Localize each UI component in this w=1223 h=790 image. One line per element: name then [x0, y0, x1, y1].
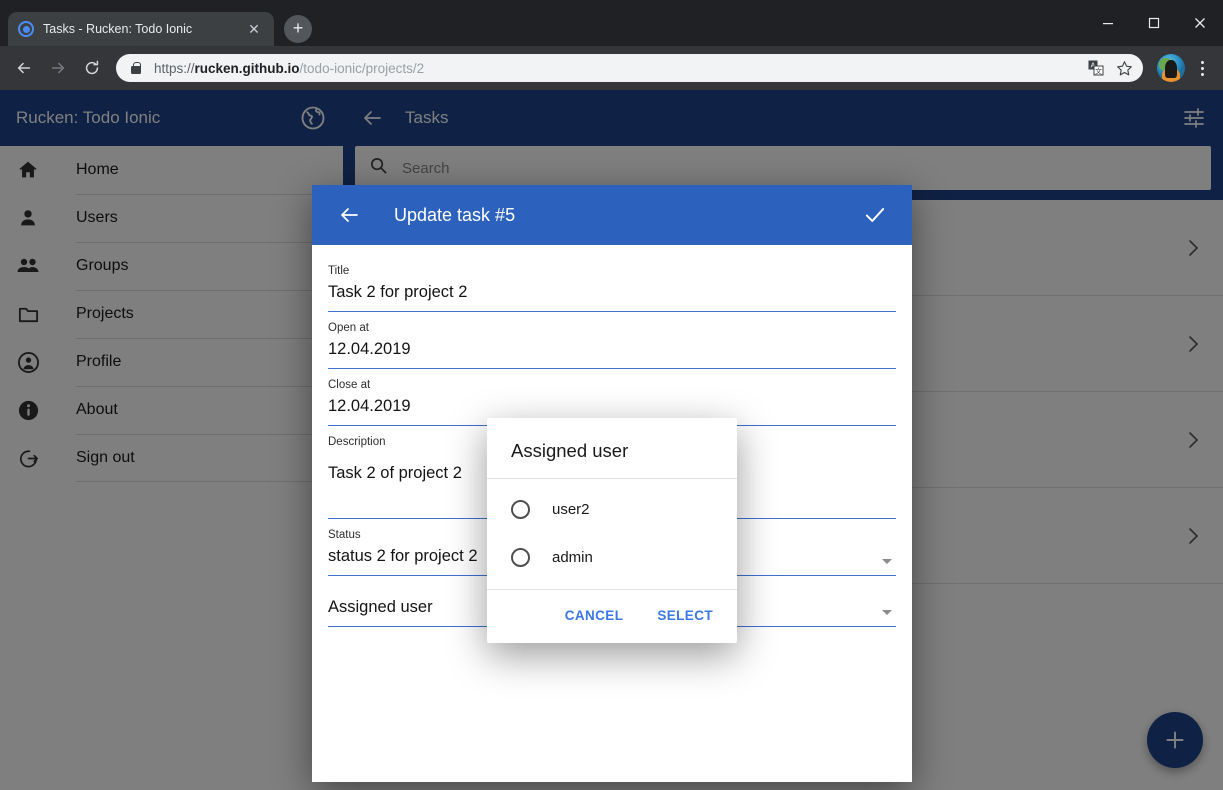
- back-arrow-icon[interactable]: [8, 52, 40, 84]
- star-icon[interactable]: [1111, 55, 1137, 81]
- dialog-option-list: user2 admin: [487, 479, 737, 589]
- modal-toolbar: Update task #5: [312, 185, 912, 245]
- reload-icon[interactable]: [76, 52, 108, 84]
- back-arrow-icon[interactable]: [336, 202, 362, 228]
- address-bar[interactable]: https://rucken.github.io/todo-ionic/proj…: [116, 54, 1143, 82]
- dialog-option-user2[interactable]: user2: [487, 485, 737, 533]
- tab-close-icon[interactable]: ✕: [244, 19, 264, 39]
- forward-arrow-icon: [42, 52, 74, 84]
- kebab-menu-icon[interactable]: [1189, 53, 1215, 83]
- url-host: rucken.github.io: [194, 60, 300, 76]
- dialog-option-admin[interactable]: admin: [487, 533, 737, 581]
- assigned-user-dialog: Assigned user user2 admin CANCEL SELECT: [487, 418, 737, 643]
- field-label: Title: [328, 265, 350, 277]
- radio-button-icon[interactable]: [511, 499, 530, 519]
- avatar-figure: [1165, 60, 1177, 78]
- browser-tab[interactable]: Tasks - Rucken: Todo Ionic ✕: [8, 12, 274, 46]
- field-value[interactable]: 12.04.2019: [328, 336, 896, 362]
- svg-text:文: 文: [1095, 67, 1102, 76]
- field-label: Open at: [328, 322, 369, 334]
- field-value[interactable]: 12.04.2019: [328, 393, 896, 419]
- browser-toolbar: https://rucken.github.io/todo-ionic/proj…: [0, 46, 1223, 90]
- page-viewport: Tasks: [0, 90, 1223, 790]
- field-underline: [328, 368, 896, 369]
- select-button[interactable]: SELECT: [645, 600, 725, 631]
- window-controls: [1085, 0, 1223, 46]
- field-open-at[interactable]: Open at 12.04.2019: [328, 314, 896, 369]
- cancel-button[interactable]: CANCEL: [553, 600, 636, 631]
- field-underline: [328, 311, 896, 312]
- chevron-down-icon[interactable]: [882, 610, 892, 615]
- ionic-logo-icon: [18, 21, 34, 37]
- new-tab-button[interactable]: +: [284, 15, 312, 43]
- dialog-option-label: admin: [552, 548, 593, 566]
- minimize-icon[interactable]: [1085, 3, 1131, 43]
- profile-avatar[interactable]: [1157, 54, 1185, 82]
- omnibox-actions: A 文: [1083, 55, 1137, 81]
- translate-icon[interactable]: A 文: [1083, 55, 1109, 81]
- maximize-icon[interactable]: [1131, 3, 1177, 43]
- radio-button-icon[interactable]: [511, 547, 530, 567]
- address-bar-url: https://rucken.github.io/todo-ionic/proj…: [154, 61, 424, 76]
- tab-title: Tasks - Rucken: Todo Ionic: [43, 22, 193, 36]
- field-label: Close at: [328, 379, 371, 391]
- chevron-down-icon[interactable]: [882, 559, 892, 564]
- tab-strip: Tasks - Rucken: Todo Ionic ✕ +: [0, 0, 1223, 46]
- url-path: /todo-ionic/projects/2: [299, 60, 425, 76]
- check-icon[interactable]: [862, 202, 888, 228]
- dialog-actions: CANCEL SELECT: [487, 589, 737, 643]
- modal-title: Update task #5: [394, 204, 516, 225]
- url-scheme: https://: [154, 60, 195, 76]
- field-title[interactable]: Title Task 2 for project 2: [328, 257, 896, 312]
- close-icon[interactable]: [1177, 3, 1223, 43]
- dialog-option-label: user2: [552, 500, 590, 518]
- dialog-title: Assigned user: [487, 418, 737, 479]
- lock-icon: [128, 60, 144, 76]
- browser-window: Tasks - Rucken: Todo Ionic ✕ + https://r…: [0, 0, 1223, 790]
- field-value[interactable]: Task 2 for project 2: [328, 279, 896, 305]
